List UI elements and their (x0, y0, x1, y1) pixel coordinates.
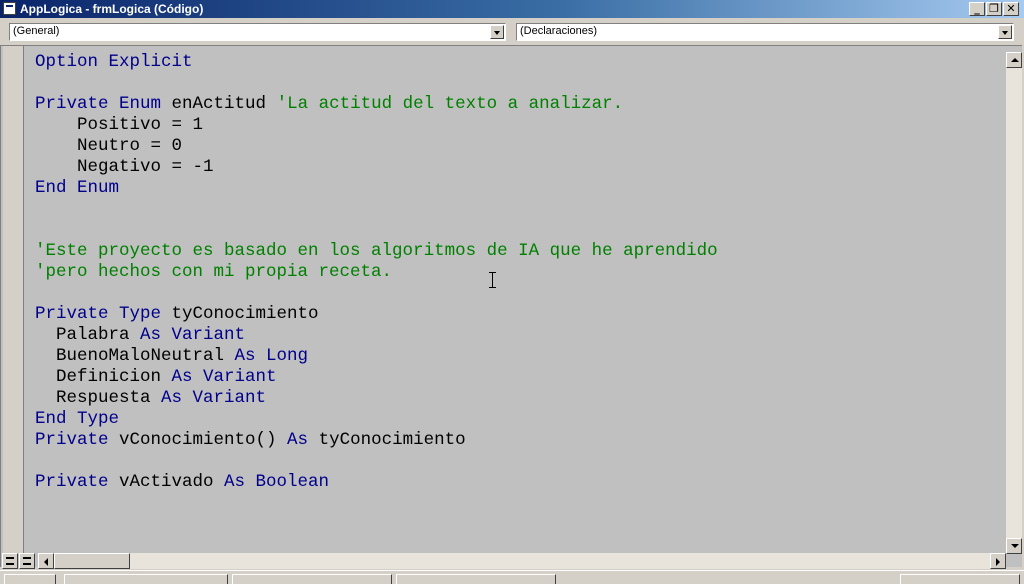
code-token: Palabra (35, 325, 141, 345)
title-bar[interactable]: AppLogica - frmLogica (Código) _ ❐ ✕ (0, 0, 1024, 18)
code-line[interactable]: Private vActivado As Boolean (35, 472, 718, 493)
close-button[interactable]: ✕ (1003, 2, 1019, 16)
code-keyword: As Variant (140, 325, 246, 345)
horizontal-scrollbar[interactable] (38, 553, 1006, 569)
code-token: vConocimiento() (108, 430, 288, 450)
restore-icon: ❐ (989, 2, 999, 15)
taskbar-item[interactable] (232, 574, 392, 584)
code-keyword: Private Enum (35, 94, 162, 114)
app-icon[interactable] (3, 2, 16, 15)
code-keyword: As Boolean (224, 472, 330, 492)
code-line[interactable]: 'pero hechos con mi propia receta. (35, 262, 718, 283)
code-text[interactable]: Option Explicit Private Enum enActitud 'L… (35, 52, 718, 493)
code-line[interactable]: Option Explicit (35, 52, 718, 73)
scroll-down-button[interactable] (1006, 538, 1022, 554)
procedure-view-button[interactable] (2, 553, 18, 569)
scroll-up-button[interactable] (1006, 52, 1022, 68)
procedure-combo[interactable]: (Declaraciones) (516, 23, 1014, 41)
code-keyword: As Variant (161, 388, 267, 408)
ibeam-cursor-icon (488, 272, 497, 288)
code-keyword: As Variant (171, 367, 277, 387)
code-token: BuenoMaloNeutral (35, 346, 235, 366)
code-keyword: Option Explicit (35, 52, 193, 72)
code-comment: 'La actitud del texto a analizar. (276, 94, 624, 114)
object-combo[interactable]: (General) (9, 23, 506, 41)
code-token: Positivo = 1 (35, 115, 204, 135)
code-keyword: As (287, 430, 309, 450)
code-token: tyConocimiento (161, 304, 319, 324)
scroll-right-button[interactable] (990, 553, 1006, 569)
procedure-combo-value: (Declaraciones) (520, 25, 598, 37)
vertical-scrollbar[interactable] (1006, 52, 1022, 554)
code-line[interactable]: Definicion As Variant (35, 367, 718, 388)
horizontal-scroll-thumb[interactable] (54, 553, 130, 569)
object-combo-value: (General) (13, 25, 60, 37)
minimize-button[interactable]: _ (969, 2, 985, 16)
code-line[interactable] (35, 199, 718, 220)
code-line[interactable]: Respuesta As Variant (35, 388, 718, 409)
code-line[interactable] (35, 73, 718, 94)
code-line[interactable] (35, 283, 718, 304)
code-line[interactable]: Private Enum enActitud 'La actitud del t… (35, 94, 718, 115)
taskbar-item[interactable] (64, 574, 228, 584)
window-title: AppLogica - frmLogica (Código) (20, 2, 204, 16)
code-line[interactable]: BuenoMaloNeutral As Long (35, 346, 718, 367)
code-line[interactable]: 'Este proyecto es basado en los algoritm… (35, 241, 718, 262)
taskbar-item[interactable] (4, 574, 56, 584)
close-icon: ✕ (1006, 2, 1016, 15)
code-line[interactable]: End Type (35, 409, 718, 430)
full-module-view-button[interactable] (19, 553, 35, 569)
code-editor[interactable]: Option Explicit Private Enum enActitud 'L… (0, 45, 1022, 567)
code-token: Respuesta (35, 388, 162, 408)
code-line[interactable] (35, 220, 718, 241)
code-keyword: End Type (35, 409, 120, 429)
code-keyword: As Long (234, 346, 309, 366)
code-keyword: End Enum (35, 178, 120, 198)
code-token: tyConocimiento (308, 430, 466, 450)
chevron-down-icon[interactable] (998, 25, 1012, 39)
scroll-left-button[interactable] (38, 553, 54, 569)
code-keyword: Private (35, 430, 109, 450)
code-token: Negativo = -1 (35, 157, 214, 177)
code-token: Definicion (35, 367, 172, 387)
code-comment: 'Este proyecto es basado en los algoritm… (35, 241, 718, 261)
taskbar-item[interactable] (396, 574, 556, 584)
chevron-down-icon[interactable] (490, 25, 504, 39)
code-line[interactable]: Positivo = 1 (35, 115, 718, 136)
bottom-strip (0, 570, 1024, 584)
minimize-icon: _ (974, 2, 980, 15)
code-keyword: Private Type (35, 304, 162, 324)
restore-button[interactable]: ❐ (986, 2, 1002, 16)
taskbar-item[interactable] (900, 574, 1020, 584)
margin-indicator-bar[interactable] (3, 46, 24, 554)
code-token: Neutro = 0 (35, 136, 183, 156)
code-token: enActitud (161, 94, 277, 114)
code-line[interactable]: Private vConocimiento() As tyConocimient… (35, 430, 718, 451)
code-comment: 'pero hechos con mi propia receta. (35, 262, 393, 282)
code-line[interactable]: Palabra As Variant (35, 325, 718, 346)
code-line[interactable]: End Enum (35, 178, 718, 199)
code-line[interactable]: Neutro = 0 (35, 136, 718, 157)
code-token: vActivado (108, 472, 225, 492)
code-line[interactable] (35, 451, 718, 472)
code-line[interactable]: Private Type tyConocimiento (35, 304, 718, 325)
code-line[interactable]: Negativo = -1 (35, 157, 718, 178)
code-keyword: Private (35, 472, 109, 492)
